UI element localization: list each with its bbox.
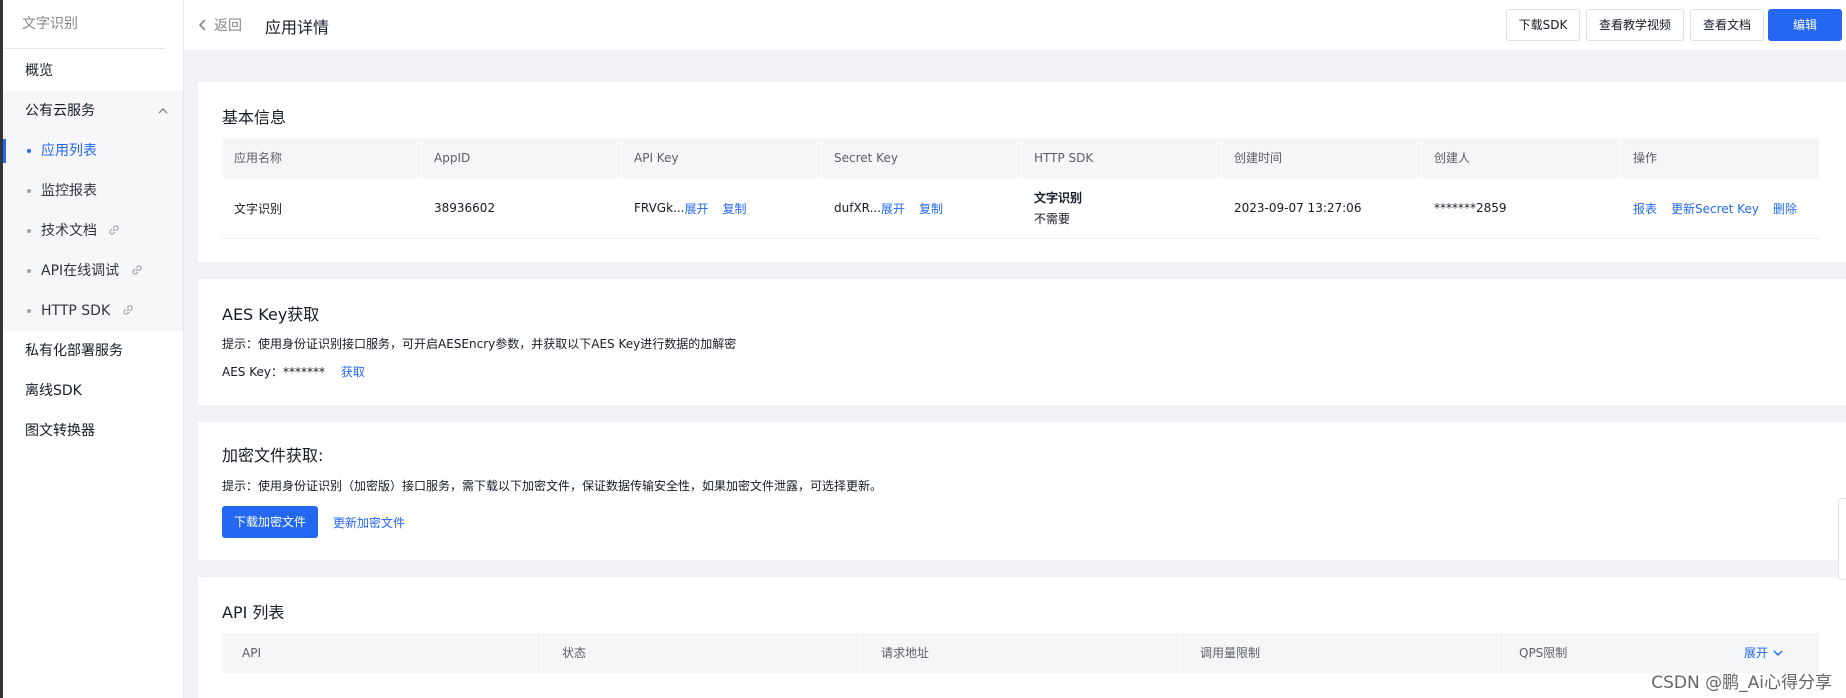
- external-link-icon: [131, 265, 142, 275]
- sidebar-item-http-sdk[interactable]: HTTP SDK: [3, 291, 183, 331]
- secret-key-value: dufXR...: [834, 201, 882, 215]
- column-header: API: [222, 633, 542, 673]
- sidebar-item-private-deploy[interactable]: 私有化部署服务: [3, 331, 183, 371]
- sidebar-item-label: 监控报表: [41, 183, 97, 199]
- encrypt-file-card: 加密文件获取: 提示：使用身份证识别（加密版）接口服务，需下载以下加密文件，保证…: [198, 422, 1846, 560]
- sidebar-title: 文字识别: [3, 0, 165, 49]
- sidebar-item-public-cloud[interactable]: 公有云服务: [3, 91, 183, 131]
- aes-key-label: AES Key：*******: [222, 365, 325, 379]
- page-title: 应用详情: [265, 18, 330, 37]
- back-label: 返回: [214, 18, 242, 34]
- back-button[interactable]: 返回: [196, 15, 242, 35]
- column-header: 请求地址: [861, 633, 1180, 673]
- column-header: 状态: [542, 633, 861, 673]
- secret-key-copy-link[interactable]: 复制: [919, 200, 943, 217]
- column-header: 操作: [1621, 138, 1820, 178]
- aes-key-title: AES Key获取: [222, 305, 320, 324]
- bullet-icon: [27, 309, 31, 313]
- external-link-icon: [122, 305, 133, 315]
- bullet-icon: [27, 189, 31, 193]
- column-header: 创建人: [1422, 138, 1621, 178]
- api-list-title: API 列表: [222, 603, 285, 622]
- sidebar-item-label: 应用列表: [41, 143, 97, 159]
- download-sdk-button[interactable]: 下载SDK: [1506, 9, 1580, 41]
- expand-label: 展开: [1743, 646, 1768, 660]
- aes-key-row: AES Key：******* 获取: [222, 363, 365, 380]
- sidebar-item-image-converter[interactable]: 图文转换器: [3, 411, 183, 451]
- sidebar-item-label: 图文转换器: [25, 423, 95, 439]
- sidebar-item-label: 公有云服务: [25, 103, 95, 119]
- api-list-card: API 列表 API 状态 请求地址 调用量限制 QPS限制 展开: [198, 577, 1846, 698]
- sidebar-item-label: 离线SDK: [25, 383, 82, 399]
- api-key-cell: FRVGk... 展开 复制: [622, 178, 822, 238]
- column-header: 应用名称: [222, 138, 422, 178]
- column-header: 调用量限制: [1180, 633, 1499, 673]
- bullet-icon: [27, 229, 31, 233]
- delete-link[interactable]: 删除: [1773, 200, 1797, 217]
- column-header: API Key: [622, 138, 822, 178]
- encrypt-tip: 提示：使用身份证识别（加密版）接口服务，需下载以下加密文件，保证数据传输安全性，…: [222, 479, 883, 493]
- sdk-status: 不需要: [1034, 212, 1071, 226]
- download-encrypt-file-button[interactable]: 下载加密文件: [222, 506, 319, 538]
- created-time-cell: 2023-09-07 13:27:06: [1234, 201, 1362, 215]
- basic-info-title: 基本信息: [222, 108, 287, 127]
- sidebar-item-label: 私有化部署服务: [25, 343, 123, 359]
- sdk-name: 文字识别: [1034, 191, 1083, 205]
- report-link[interactable]: 报表: [1633, 200, 1657, 217]
- column-header: Secret Key: [822, 138, 1022, 178]
- external-link-icon: [109, 225, 120, 235]
- sidebar-item-label: HTTP SDK: [41, 303, 111, 319]
- http-sdk-cell: 文字识别 不需要: [1022, 178, 1222, 238]
- basic-info-card: 基本信息 应用名称 AppID API Key Secret Key HTTP …: [198, 82, 1846, 262]
- chevron-up-icon: [158, 108, 168, 114]
- app-name-cell: 文字识别: [234, 201, 283, 216]
- sidebar-item-api-debug[interactable]: API在线调试: [3, 251, 183, 291]
- sidebar-item-label: 技术文档: [41, 223, 97, 239]
- api-list-table: API 状态 请求地址 调用量限制 QPS限制 展开: [222, 633, 1820, 673]
- sidebar-item-overview[interactable]: 概览: [3, 51, 183, 91]
- aes-tip: 提示：使用身份证识别接口服务，可开启AESEncry参数，并获取以下AES Ke…: [222, 337, 737, 351]
- watermark: CSDN @鹏_Ai心得分享: [1651, 673, 1832, 693]
- chevron-left-icon: [198, 19, 206, 31]
- column-header: AppID: [422, 138, 622, 178]
- view-docs-button[interactable]: 查看文档: [1690, 9, 1764, 41]
- top-bar: 返回 应用详情 下载SDK 查看教学视频 查看文档 编辑: [184, 0, 1846, 51]
- sidebar-item-app-list[interactable]: 应用列表: [3, 131, 183, 171]
- api-list-expand-toggle[interactable]: 展开: [1744, 633, 1784, 673]
- column-header: 创建时间: [1222, 138, 1422, 178]
- bullet-icon: [27, 269, 31, 273]
- active-indicator: [3, 139, 6, 163]
- table-row: 文字识别 38936602 FRVGk... 展开 复制 dufXR... 展开…: [222, 178, 1820, 239]
- encrypt-file-title: 加密文件获取:: [222, 446, 324, 465]
- sidebar-item-label: 概览: [25, 63, 53, 79]
- actions-cell: 报表 更新Secret Key 删除: [1621, 178, 1820, 238]
- api-key-value: FRVGk...: [634, 201, 685, 215]
- view-tutorial-button[interactable]: 查看教学视频: [1586, 9, 1684, 41]
- api-key-copy-link[interactable]: 复制: [723, 200, 747, 217]
- creator-cell: *******2859: [1434, 201, 1507, 215]
- floating-side-tab[interactable]: [1838, 498, 1846, 580]
- table-header: API 状态 请求地址 调用量限制 QPS限制 展开: [222, 633, 1820, 673]
- secret-key-expand-link[interactable]: 展开: [881, 200, 905, 217]
- sidebar-item-tech-docs[interactable]: 技术文档: [3, 211, 183, 251]
- aes-key-card: AES Key获取 提示：使用身份证识别接口服务，可开启AESEncry参数，并…: [198, 279, 1846, 405]
- sidebar-group-public-cloud: 公有云服务 应用列表 监控报表 技术文档 API在线调试 HTTP SDK: [3, 91, 183, 331]
- chevron-down-icon: [1773, 650, 1783, 656]
- bullet-icon: [27, 149, 31, 153]
- edit-button[interactable]: 编辑: [1768, 9, 1842, 41]
- column-header: HTTP SDK: [1022, 138, 1222, 178]
- appid-cell: 38936602: [434, 201, 496, 215]
- sidebar-item-label: API在线调试: [41, 263, 120, 279]
- basic-info-table: 应用名称 AppID API Key Secret Key HTTP SDK 创…: [222, 138, 1820, 239]
- sidebar-item-monitor-report[interactable]: 监控报表: [3, 171, 183, 211]
- secret-key-cell: dufXR... 展开 复制: [822, 178, 1022, 238]
- update-secret-key-link[interactable]: 更新Secret Key: [1671, 200, 1759, 217]
- sidebar: 文字识别 概览 公有云服务 应用列表 监控报表 技术文档 API在线调试 HTT…: [3, 0, 184, 698]
- sidebar-item-offline-sdk[interactable]: 离线SDK: [3, 371, 183, 411]
- aes-fetch-link[interactable]: 获取: [341, 365, 365, 379]
- update-encrypt-file-link[interactable]: 更新加密文件: [333, 514, 405, 531]
- api-key-expand-link[interactable]: 展开: [684, 200, 708, 217]
- table-header: 应用名称 AppID API Key Secret Key HTTP SDK 创…: [222, 138, 1820, 178]
